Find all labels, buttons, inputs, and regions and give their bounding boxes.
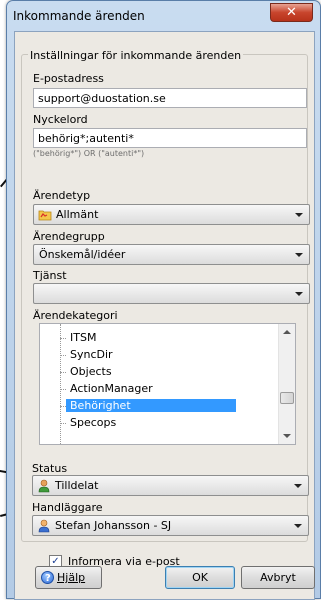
help-button[interactable]: Hjälp [35, 566, 102, 589]
group-title: Inställningar för inkommande ärenden [28, 49, 244, 62]
handler-label: Handläggare [32, 501, 103, 514]
list-item-selected[interactable]: Behörighet [40, 398, 280, 414]
status-select[interactable]: Tilldelat [32, 475, 309, 496]
person-status-icon [38, 479, 50, 493]
user-icon [38, 519, 50, 533]
group-value: Önskemål/idéer [39, 248, 126, 261]
scroll-down-icon[interactable] [279, 428, 295, 444]
category-list[interactable]: ITSM SyncDir Objects ActionManager Behör… [39, 323, 296, 445]
scroll-thumb[interactable] [280, 392, 294, 404]
list-item[interactable]: SyncDir [40, 347, 280, 363]
close-button[interactable]: ✕ [270, 3, 313, 22]
email-field[interactable]: support@duostation.se [33, 88, 307, 108]
dialog-window: Inkommande ärenden ✕ Inställningar för i… [6, 0, 321, 600]
chevron-down-icon [295, 213, 303, 217]
chevron-down-icon [295, 292, 303, 296]
service-label: Tjänst [33, 269, 67, 282]
list-item[interactable]: ITSM [40, 330, 280, 346]
chevron-down-icon [294, 484, 302, 488]
help-label: Hjälp [57, 571, 86, 584]
group-select[interactable]: Önskemål/idéer [33, 244, 310, 265]
handler-value: Stefan Johansson - SJ [55, 519, 172, 532]
type-select[interactable]: Allmänt [33, 204, 310, 225]
service-select[interactable] [33, 283, 310, 304]
chevron-down-icon [294, 524, 302, 528]
window-title: Inkommande ärenden [13, 9, 145, 23]
keyword-field[interactable]: behörig*;autenti* [33, 128, 307, 148]
ok-button[interactable]: OK [165, 566, 235, 589]
cancel-button[interactable]: Avbryt [241, 566, 315, 589]
keyword-hint: ("behörig*") OR ("autenti*") [33, 149, 145, 158]
type-label: Ärendetyp [33, 189, 91, 202]
keyword-label: Nyckelord [33, 113, 88, 126]
category-label: Ärendekategori [33, 309, 118, 322]
email-label: E-postadress [33, 72, 104, 85]
type-value: Allmänt [56, 208, 99, 221]
scroll-up-icon[interactable] [279, 324, 295, 340]
help-icon [41, 568, 54, 589]
title-bar: Inkommande ärenden ✕ [7, 1, 320, 31]
list-item[interactable]: Objects [40, 364, 280, 380]
chevron-down-icon [295, 253, 303, 257]
folder-icon [38, 210, 52, 221]
close-icon: ✕ [286, 5, 297, 20]
status-label: Status [32, 462, 68, 475]
status-value: Tilldelat [55, 479, 99, 492]
list-item[interactable]: ActionManager [40, 381, 280, 397]
group-label: Ärendegrupp [33, 230, 105, 243]
category-scrollbar[interactable] [278, 324, 295, 444]
handler-select[interactable]: Stefan Johansson - SJ [32, 515, 309, 536]
list-item[interactable]: Specops [40, 415, 280, 431]
